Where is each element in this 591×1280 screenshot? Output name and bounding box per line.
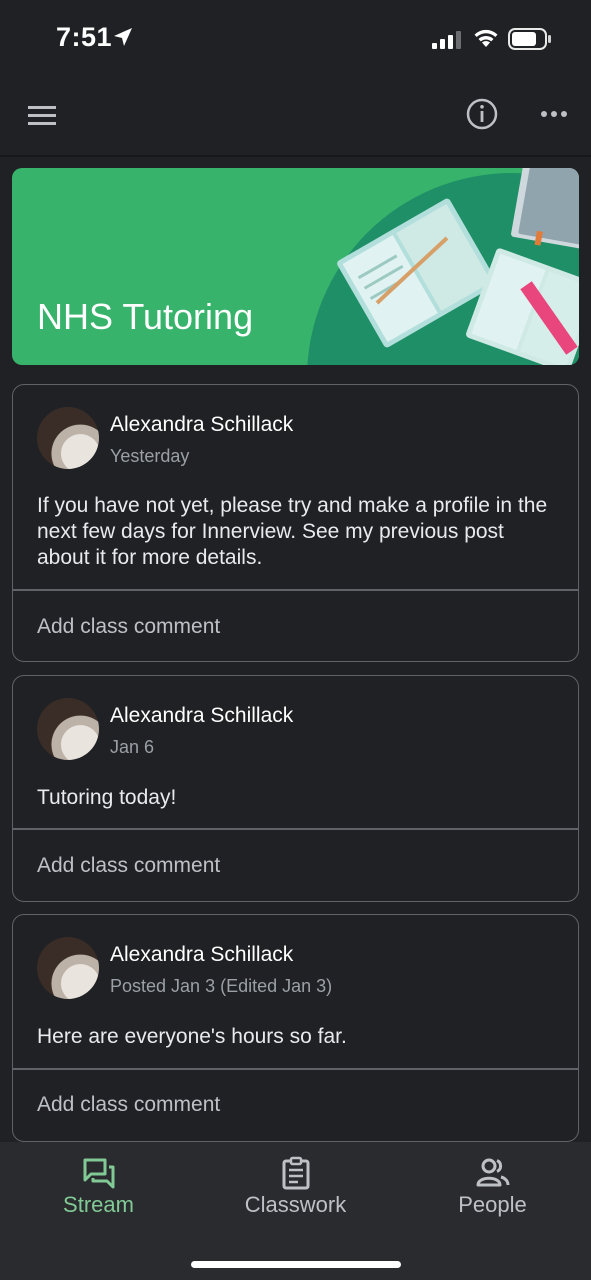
more-horizontal-icon bbox=[541, 111, 567, 117]
screen: 7:51 NHS Tutoring Alexandra Schillack Ye… bbox=[0, 0, 591, 1280]
post-body: If you have not yet, please try and make… bbox=[37, 494, 548, 569]
add-class-comment-button[interactable]: Add class comment bbox=[37, 615, 220, 639]
info-icon bbox=[466, 98, 498, 130]
menu-icon bbox=[28, 106, 56, 125]
status-bar: 7:51 bbox=[0, 0, 591, 80]
people-icon bbox=[476, 1158, 509, 1187]
tab-stream[interactable]: Stream bbox=[0, 1142, 197, 1232]
app-bar bbox=[0, 80, 591, 156]
announcement-card[interactable]: Alexandra Schillack Posted Jan 3 (Edited… bbox=[12, 914, 579, 1142]
app-bar-divider bbox=[0, 155, 591, 157]
class-info-button[interactable] bbox=[462, 94, 502, 134]
add-class-comment-button[interactable]: Add class comment bbox=[37, 854, 220, 878]
wifi-icon bbox=[474, 29, 498, 47]
tab-label: Classwork bbox=[244, 1192, 347, 1217]
menu-button[interactable] bbox=[22, 96, 62, 136]
post-date: Posted Jan 3 (Edited Jan 3) bbox=[110, 976, 333, 996]
announcement-card[interactable]: Alexandra Schillack Jan 6 Tutoring today… bbox=[12, 675, 579, 902]
tab-people[interactable]: People bbox=[394, 1142, 591, 1232]
avatar bbox=[37, 937, 99, 999]
bottom-navigation: Stream Classwork People bbox=[0, 1142, 591, 1280]
post-divider bbox=[13, 828, 578, 830]
post-divider bbox=[13, 589, 578, 591]
add-class-comment-button[interactable]: Add class comment bbox=[37, 1093, 220, 1117]
class-title: NHS Tutoring bbox=[37, 296, 254, 337]
announcement-card[interactable]: Alexandra Schillack Yesterday If you hav… bbox=[12, 384, 579, 662]
avatar bbox=[37, 407, 99, 469]
clipboard-icon bbox=[282, 1156, 309, 1190]
author-name: Alexandra Schillack bbox=[110, 413, 294, 436]
tab-classwork[interactable]: Classwork bbox=[197, 1142, 394, 1232]
more-options-button[interactable] bbox=[534, 94, 574, 134]
location-arrow-icon bbox=[114, 28, 132, 46]
avatar bbox=[37, 698, 99, 760]
post-body: Here are everyone's hours so far. bbox=[37, 1025, 347, 1048]
post-date: Yesterday bbox=[110, 446, 190, 466]
cellular-signal-icon bbox=[432, 31, 461, 49]
home-indicator[interactable] bbox=[191, 1261, 401, 1268]
author-name: Alexandra Schillack bbox=[110, 943, 294, 966]
tab-label: Stream bbox=[63, 1192, 134, 1217]
stream-icon bbox=[83, 1158, 114, 1189]
tab-label: People bbox=[458, 1192, 527, 1217]
battery-icon bbox=[508, 28, 551, 50]
class-banner[interactable]: NHS Tutoring bbox=[12, 168, 579, 365]
post-divider bbox=[13, 1068, 578, 1070]
author-name: Alexandra Schillack bbox=[110, 704, 294, 727]
post-date: Jan 6 bbox=[110, 737, 155, 757]
status-time: 7:51 bbox=[56, 22, 113, 52]
post-body: Tutoring today! bbox=[37, 786, 177, 809]
